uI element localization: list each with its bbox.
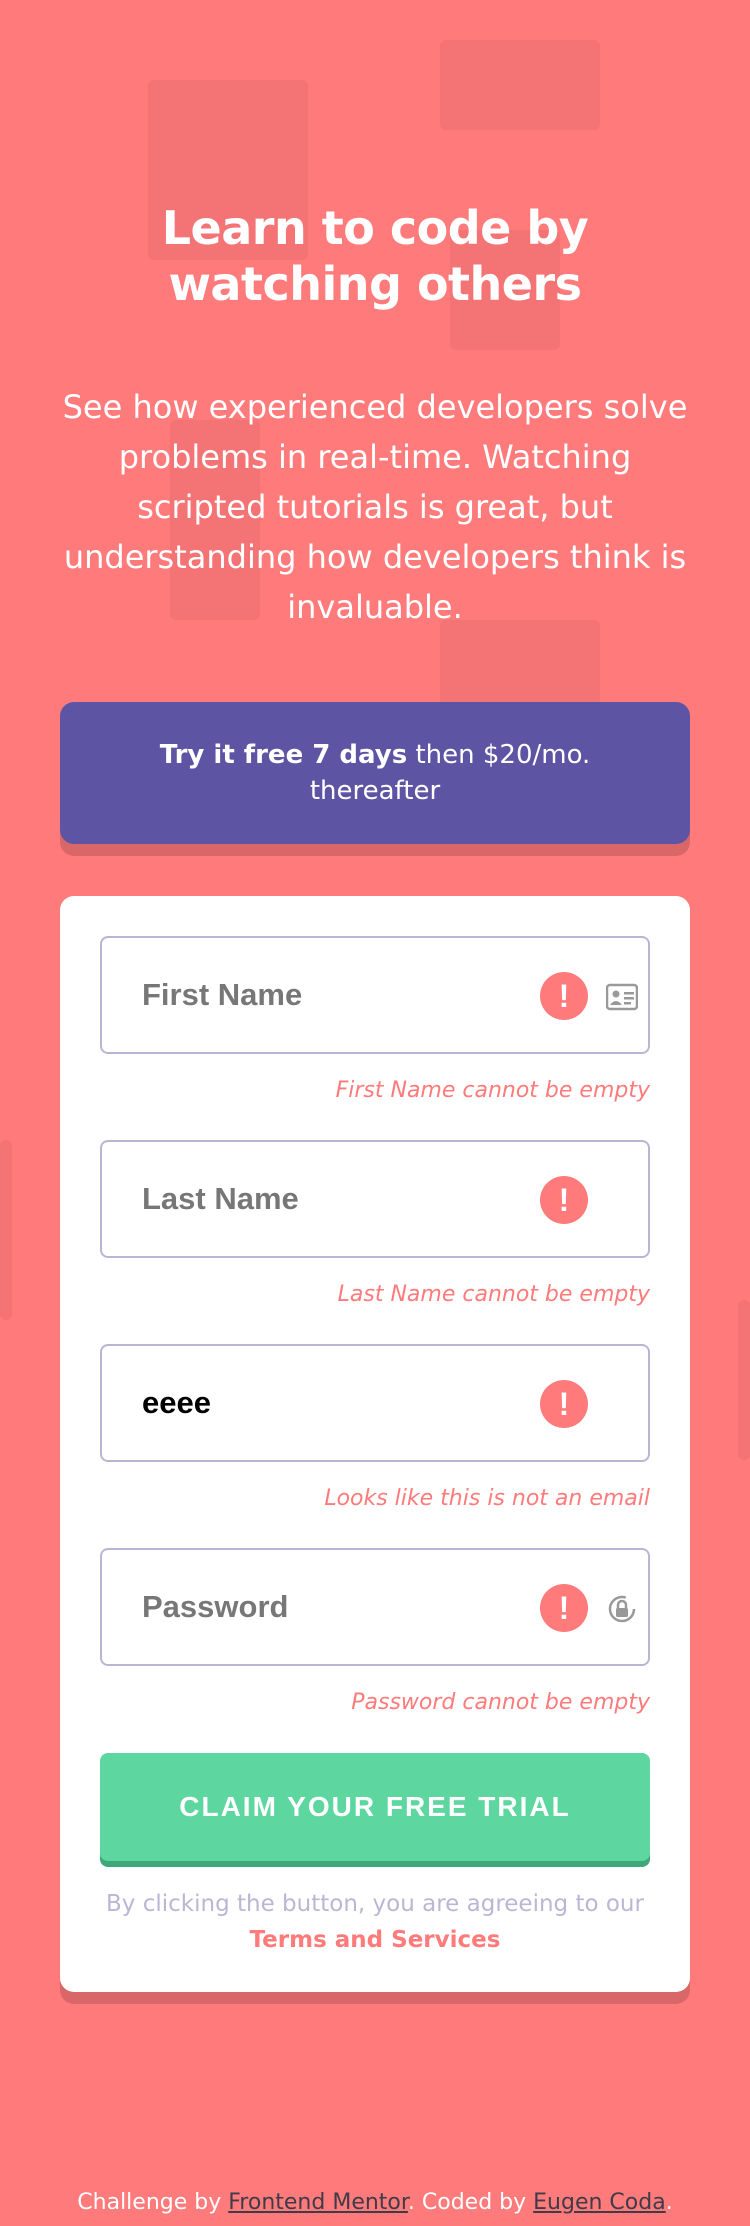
last-name-error: Last Name cannot be empty	[337, 1282, 650, 1307]
hero-description: See how experienced developers solve pro…	[62, 388, 688, 626]
terms-prefix: By clicking the button, you are agreeing…	[106, 1891, 644, 1917]
footer-middle: . Coded by	[407, 2190, 534, 2215]
email-value: eeee	[142, 1385, 211, 1420]
promo-bold-text: Try it free 7 days	[159, 740, 408, 770]
first-name-field[interactable]: First Name !	[100, 936, 650, 1054]
first-name-error: First Name cannot be empty	[335, 1078, 650, 1103]
first-name-placeholder: First Name	[142, 977, 303, 1012]
signup-form: First Name ! First Name cannot be empty …	[60, 896, 690, 1992]
terms-link[interactable]: Terms and Services	[250, 1927, 501, 1953]
password-error: Password cannot be empty	[351, 1690, 650, 1715]
email-field[interactable]: eeee !	[100, 1344, 650, 1462]
error-icon: !	[540, 1584, 588, 1632]
author-link[interactable]: Eugen Coda	[533, 2190, 666, 2215]
error-icon: !	[540, 1380, 588, 1428]
attribution-footer: Challenge by Frontend Mentor. Coded by E…	[0, 2190, 750, 2215]
frontend-mentor-link[interactable]: Frontend Mentor	[228, 2190, 408, 2215]
error-icon: !	[540, 1176, 588, 1224]
email-error: Looks like this is not an email	[324, 1486, 650, 1511]
last-name-field[interactable]: Last Name !	[100, 1140, 650, 1258]
promo-text: Try it free 7 days then $20/mo. thereaft…	[120, 737, 630, 809]
lock-icon	[608, 1595, 636, 1623]
terms-notice: By clicking the button, you are agreeing…	[100, 1886, 650, 1958]
claim-trial-button[interactable]: CLAIM YOUR FREE TRIAL	[100, 1753, 650, 1861]
error-icon: !	[540, 972, 588, 1020]
password-placeholder: Password	[142, 1589, 289, 1624]
hero-section: Learn to code by watching others See how…	[60, 200, 690, 632]
page-title: Learn to code by watching others	[161, 201, 589, 311]
promo-banner: Try it free 7 days then $20/mo. thereaft…	[60, 702, 690, 844]
password-field[interactable]: Password !	[100, 1548, 650, 1666]
last-name-placeholder: Last Name	[142, 1181, 299, 1216]
id-card-icon	[606, 983, 638, 1011]
footer-suffix: .	[665, 2190, 673, 2215]
footer-prefix: Challenge by	[77, 2190, 229, 2215]
